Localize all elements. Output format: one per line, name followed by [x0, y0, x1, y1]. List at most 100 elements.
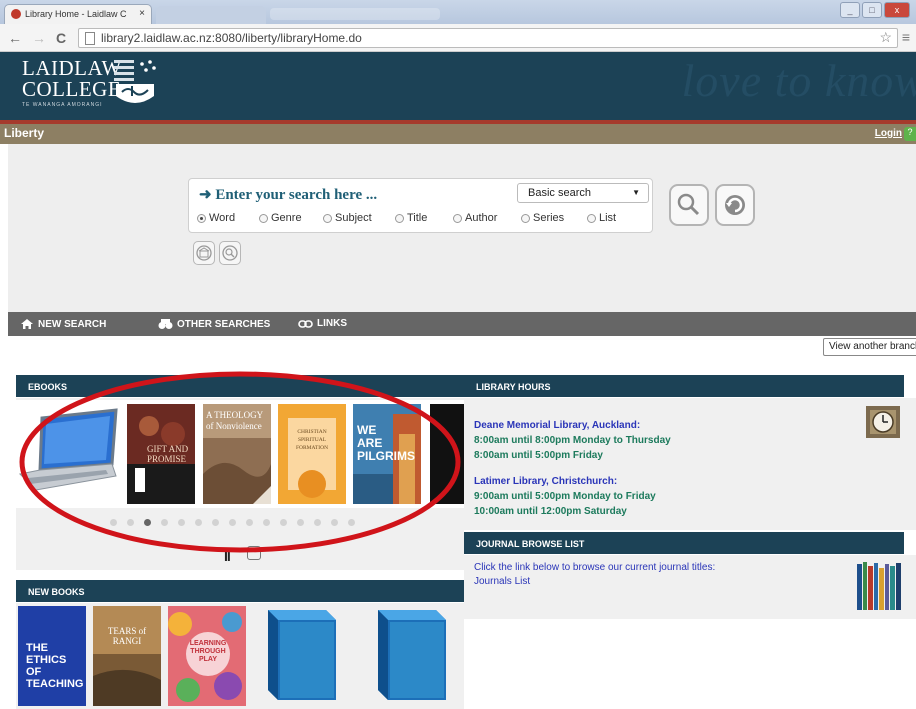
radio-genre[interactable]: Genre — [259, 212, 323, 224]
search-input[interactable]: ➜ Enter your search here ... — [199, 185, 377, 204]
library-name-auckland: Deane Memorial Library, Auckland: — [474, 420, 641, 431]
logo-line-2: COLLEGE — [22, 77, 122, 101]
bookmark-star-icon[interactable]: ☆ — [879, 29, 892, 46]
carousel-expand-icon[interactable] — [247, 546, 261, 560]
carousel-dot[interactable] — [348, 519, 355, 526]
carousel-dot[interactable] — [161, 519, 168, 526]
radio-button-icon — [587, 213, 596, 223]
carousel-dot[interactable] — [195, 519, 202, 526]
new-search-link[interactable]: NEW SEARCH — [20, 318, 106, 330]
help-icon[interactable]: ? — [904, 127, 916, 141]
carousel-dot[interactable] — [246, 519, 253, 526]
radio-series[interactable]: Series — [521, 212, 587, 224]
carousel-dot[interactable] — [263, 519, 270, 526]
search-type-select[interactable]: Basic search ▼ — [517, 183, 649, 203]
carousel-dot[interactable] — [229, 519, 236, 526]
links-link[interactable]: LINKS — [298, 318, 347, 329]
carousel-dot[interactable] — [127, 519, 134, 526]
ebook-cover-3[interactable]: CHRISTIAN SPIRITUAL FORMATION — [278, 404, 346, 504]
radio-button-icon — [453, 213, 462, 223]
liberty-bar: Liberty Login ? — [0, 124, 916, 144]
new-book-cover-1[interactable]: THE ETHICS OF TEACHING — [18, 606, 86, 706]
browser-menu-icon[interactable]: ≡ — [902, 29, 910, 45]
journal-browse-title: JOURNAL BROWSE LIST — [464, 532, 904, 554]
reset-search-button[interactable] — [715, 184, 755, 226]
radio-button-icon — [395, 213, 404, 223]
window-maximize-button[interactable]: □ — [862, 2, 882, 18]
radio-label: Author — [465, 212, 498, 224]
window-minimize-button[interactable]: _ — [840, 2, 860, 18]
college-logo[interactable]: LAIDLAW COLLEGE — [22, 58, 122, 100]
new-book-placeholder-icon[interactable] — [366, 604, 456, 704]
back-arrow-icon[interactable]: ← — [8, 30, 22, 46]
journal-browse-text: Click the link below to browse our curre… — [474, 562, 716, 573]
search-history-button[interactable] — [219, 241, 241, 265]
main-navbar: NEW SEARCH OTHER SEARCHES LINKS — [8, 312, 916, 336]
reload-icon[interactable]: C — [56, 30, 66, 46]
new-book-cover-2[interactable]: TEARS of RANGI — [93, 606, 161, 706]
new-search-label: NEW SEARCH — [38, 318, 107, 330]
search-box: ➜ Enter your search here ... Basic searc… — [188, 178, 653, 233]
home-icon — [21, 319, 33, 329]
browser-tab-bar: Library Home - Laidlaw C × _ □ x — [0, 0, 916, 24]
ebook-cover-3-title: CHRISTIAN SPIRITUAL FORMATION — [295, 429, 329, 451]
radio-label: Genre — [271, 212, 302, 224]
browser-toolbar: ← → C library2.laidlaw.ac.nz:8080/libert… — [0, 24, 916, 52]
college-crest-icon — [114, 60, 156, 103]
new-book-placeholder-icon[interactable] — [256, 604, 346, 704]
laptop-icon — [18, 408, 118, 491]
radio-button-icon — [521, 213, 530, 223]
carousel-dot[interactable] — [314, 519, 321, 526]
radio-author[interactable]: Author — [453, 212, 521, 224]
tab-strip-blur — [270, 8, 440, 20]
book-cover-art — [93, 654, 161, 706]
new-tab-button[interactable] — [156, 6, 266, 24]
forward-arrow-icon[interactable]: → — [32, 30, 46, 46]
radio-list[interactable]: List — [587, 212, 637, 224]
tab-close-icon[interactable]: × — [139, 8, 145, 19]
liberty-label: Liberty — [4, 126, 45, 140]
ebook-cover-4-title: WE ARE PILGRIMS — [357, 423, 416, 463]
tab-title: Library Home - Laidlaw C — [25, 9, 127, 19]
site-tagline: love to know — [681, 55, 916, 106]
radio-button-icon — [197, 213, 206, 223]
reset-icon — [725, 195, 745, 215]
binoculars-icon — [158, 319, 173, 329]
ebook-cover-4[interactable]: WE ARE PILGRIMS — [353, 404, 421, 504]
journals-list-link[interactable]: Journals List — [474, 576, 530, 587]
ebook-cover-2[interactable]: A THEOLOGY of Nonviolence — [203, 404, 271, 504]
carousel-dot[interactable] — [144, 519, 151, 526]
carousel-pause-button[interactable]: II — [224, 548, 231, 564]
big-ben-clock-icon — [866, 406, 900, 438]
search-icon — [677, 193, 700, 216]
radio-title[interactable]: Title — [395, 212, 453, 224]
carousel-dot[interactable] — [331, 519, 338, 526]
radio-subject[interactable]: Subject — [323, 212, 395, 224]
ebook-cover-1[interactable]: GIFT AND PROMISE — [127, 404, 195, 504]
radio-button-icon — [259, 213, 268, 223]
ebook-cover-5-partial[interactable] — [430, 404, 464, 504]
search-button[interactable] — [669, 184, 709, 226]
logo-subtitle: TE WANANGA AMORANGI — [22, 102, 103, 108]
browser-tab[interactable]: Library Home - Laidlaw C × — [4, 4, 152, 24]
library-hours-title: LIBRARY HOURS — [464, 375, 904, 397]
chevron-down-icon: ▼ — [632, 188, 640, 197]
carousel-dot[interactable] — [297, 519, 304, 526]
other-searches-link[interactable]: OTHER SEARCHES — [158, 318, 270, 330]
new-book-cover-3[interactable]: LEARNING THROUGH PLAY — [168, 606, 246, 706]
carousel-dot[interactable] — [110, 519, 117, 526]
window-close-button[interactable]: x — [884, 2, 910, 18]
address-bar[interactable]: library2.laidlaw.ac.nz:8080/liberty/libr… — [78, 28, 898, 48]
radio-word[interactable]: Word — [197, 212, 259, 224]
library-hours-line: 8:00am until 5:00pm Friday — [474, 450, 603, 461]
carousel-dot[interactable] — [178, 519, 185, 526]
radio-label: Word — [209, 212, 236, 224]
library-branch-button[interactable] — [193, 241, 215, 265]
view-another-branch-button[interactable]: View another branch — [823, 338, 916, 356]
carousel-dot[interactable] — [280, 519, 287, 526]
ebook-cover-laptop[interactable] — [16, 404, 120, 504]
library-hours-line: 9:00am until 5:00pm Monday to Friday — [474, 491, 656, 502]
login-link[interactable]: Login — [875, 128, 902, 139]
new-book-cover-3-title: LEARNING THROUGH PLAY — [189, 640, 227, 663]
carousel-dot[interactable] — [212, 519, 219, 526]
